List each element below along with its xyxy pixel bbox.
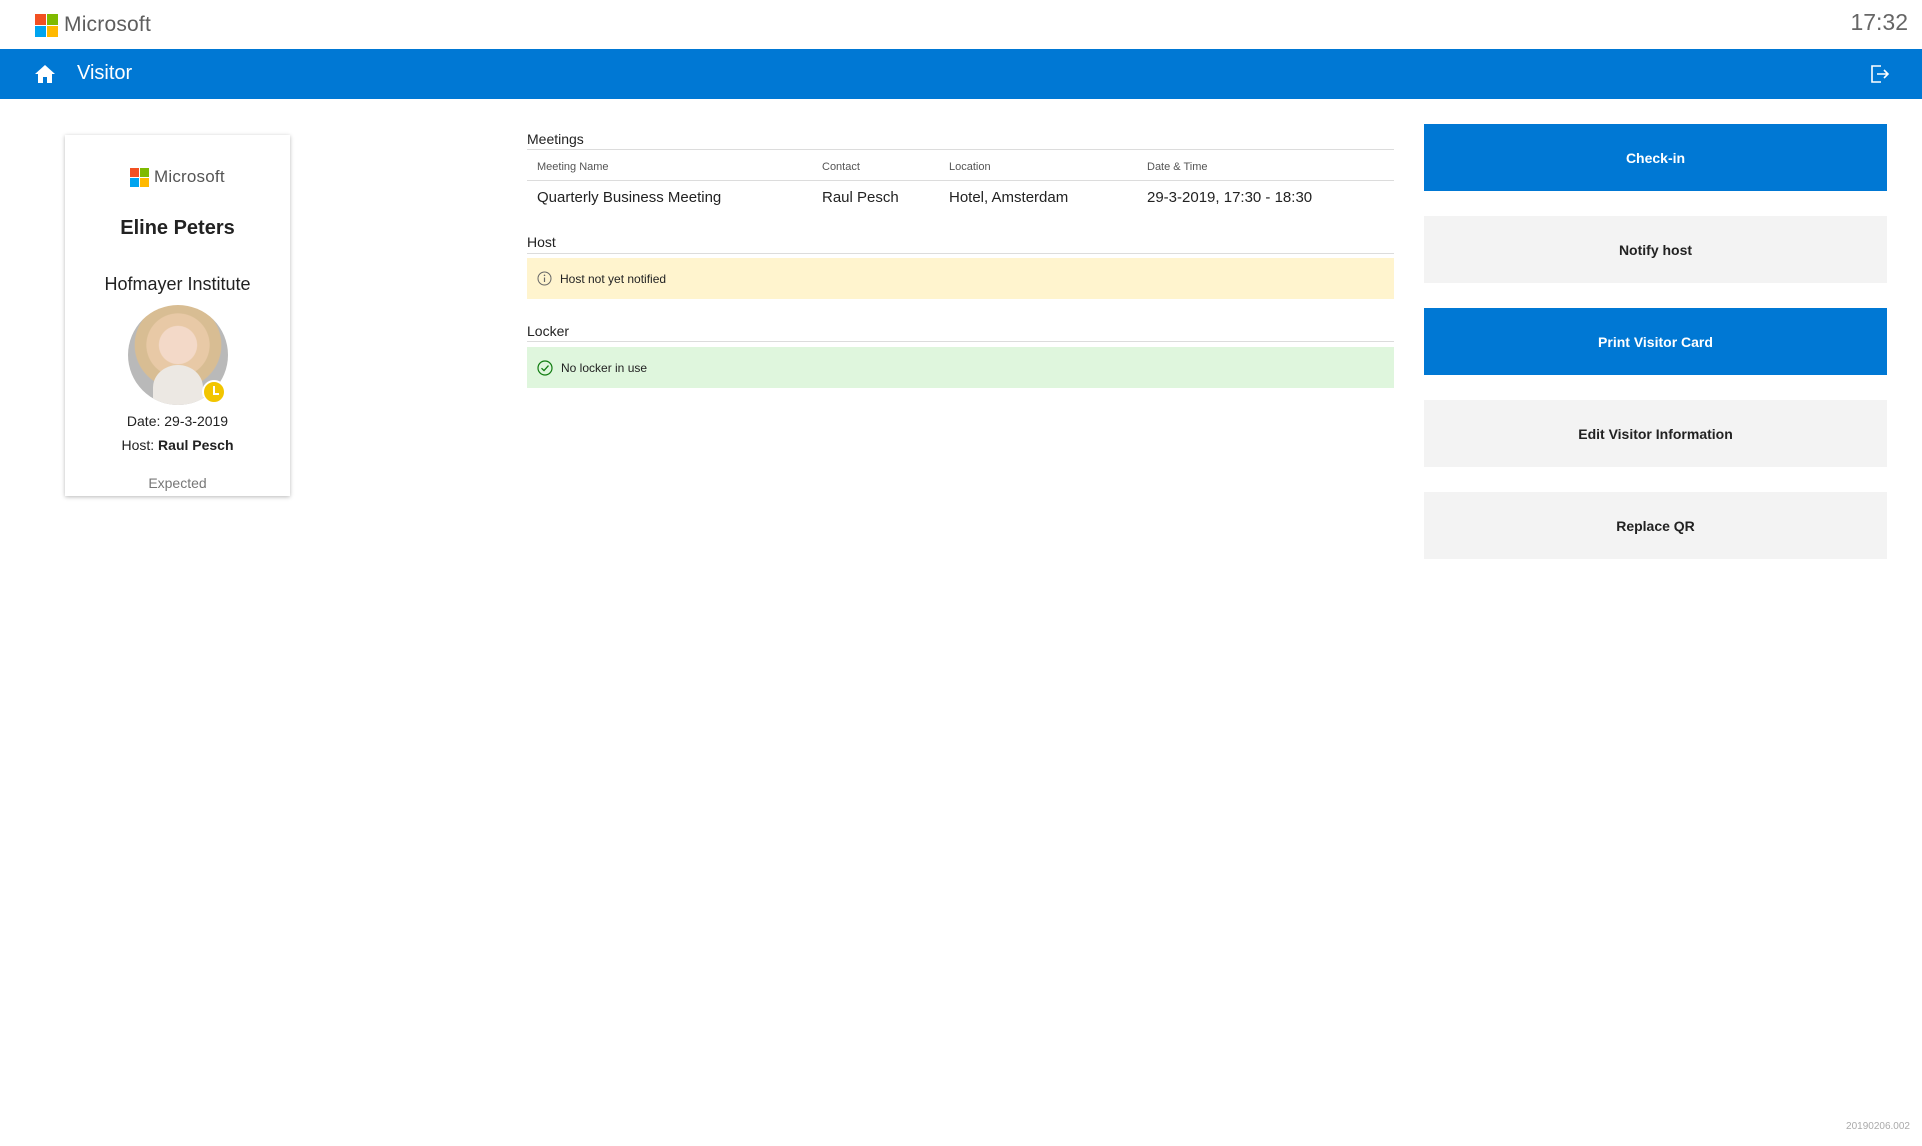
locker-title: Locker [527,323,570,339]
host-label: Host: [121,437,159,453]
column-header: Location [949,161,991,173]
location-cell: Hotel, Amsterdam [949,189,1069,206]
visitor-status: Expected [148,475,207,491]
divider [527,341,1394,342]
visitor-card: Microsoft Eline Peters Hofmayer Institut… [65,135,290,496]
visit-host: Host: Raul Pesch [65,437,290,453]
visitor-name: Eline Peters [120,217,235,239]
clock: 17:32 [1850,9,1908,35]
host-status-message: Host not yet notified [527,258,1394,299]
visitor-company: Hofmayer Institute [104,274,251,294]
nav-bar: Visitor [0,49,1922,99]
column-header: Contact [822,161,860,173]
page-title: Visitor [77,62,133,84]
sign-out-icon[interactable] [1868,63,1890,85]
column-header: Meeting Name [537,161,609,173]
card-brand-name: Microsoft [154,167,225,186]
host-name: Raul Pesch [158,437,234,453]
clock-icon [202,380,226,404]
info-icon [537,271,552,286]
top-bar: Microsoft 17:32 [0,0,1922,49]
divider [527,180,1394,181]
brand-name: Microsoft [64,13,151,36]
edit-visitor-information-button[interactable]: Edit Visitor Information [1424,400,1887,467]
meeting-name-cell: Quarterly Business Meeting [537,189,722,206]
locker-status-text: No locker in use [561,360,648,375]
visit-date: Date: 29-3-2019 [126,413,229,429]
microsoft-logo-icon [130,167,149,187]
divider [527,253,1394,254]
divider [527,149,1394,150]
microsoft-logo-icon [35,13,58,37]
meetings-title: Meetings [527,131,584,147]
notify-host-button[interactable]: Notify host [1424,216,1887,283]
check-in-button[interactable]: Check-in [1424,124,1887,191]
locker-status-message: No locker in use [527,347,1394,388]
host-title: Host [527,234,556,250]
datetime-cell: 29-3-2019, 17:30 - 18:30 [1147,189,1313,206]
home-icon[interactable] [34,64,56,84]
host-status-text: Host not yet notified [560,271,667,286]
column-header: Date & Time [1147,161,1208,173]
microsoft-logo: Microsoft [35,13,151,37]
print-visitor-card-button[interactable]: Print Visitor Card [1424,308,1887,375]
contact-cell: Raul Pesch [822,189,899,206]
replace-qr-button[interactable]: Replace QR [1424,492,1887,559]
check-circle-icon [537,359,553,376]
version-label: 20190206.002 [1846,1121,1910,1132]
card-microsoft-logo: Microsoft [130,167,225,187]
